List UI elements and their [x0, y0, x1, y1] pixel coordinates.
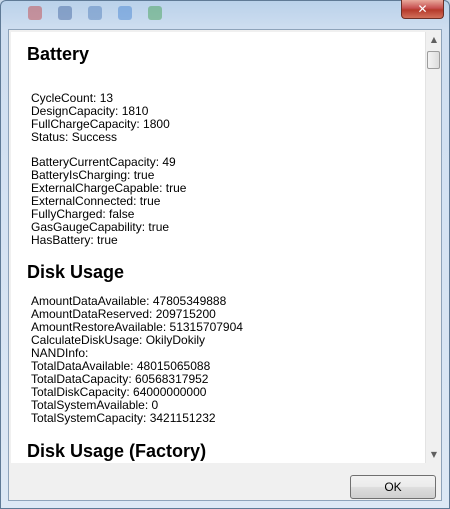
toolbar-icon	[118, 6, 132, 20]
dialog-client-area: Battery CycleCount: 13 DesignCapacity: 1…	[8, 29, 442, 501]
section-title-disk-usage: Disk Usage	[27, 262, 125, 282]
toolbar-icon	[148, 6, 162, 20]
close-button[interactable]: ✕	[401, 0, 444, 19]
ok-button[interactable]: OK	[350, 475, 436, 499]
toolbar-icon	[58, 6, 72, 20]
chevron-down-icon: ▼	[430, 450, 438, 459]
section-title-battery: Battery	[27, 44, 90, 64]
scroll-down-button[interactable]: ▼	[426, 447, 442, 463]
disk-usage-line: TotalSystemCapacity: 3421151232	[31, 411, 216, 425]
info-text-pane[interactable]: Battery CycleCount: 13 DesignCapacity: 1…	[11, 32, 425, 463]
battery-line: Status: Success	[31, 130, 118, 144]
section-title-disk-usage-factory: Disk Usage (Factory)	[27, 441, 207, 461]
title-bar: ✕	[0, 0, 450, 28]
scroll-up-button[interactable]: ▲	[426, 32, 442, 48]
close-icon: ✕	[417, 2, 428, 16]
dialog-window: ✕ Battery CycleCount: 13 DesignCapacity:…	[0, 0, 450, 509]
background-toolbar-icons	[28, 6, 162, 20]
chevron-up-icon: ▲	[430, 35, 438, 44]
toolbar-icon	[88, 6, 102, 20]
vertical-scrollbar[interactable]: ▲ ▼	[425, 32, 441, 463]
scrollbar-thumb[interactable]	[427, 51, 440, 69]
battery-line: HasBattery: true	[31, 233, 118, 247]
toolbar-icon	[28, 6, 42, 20]
